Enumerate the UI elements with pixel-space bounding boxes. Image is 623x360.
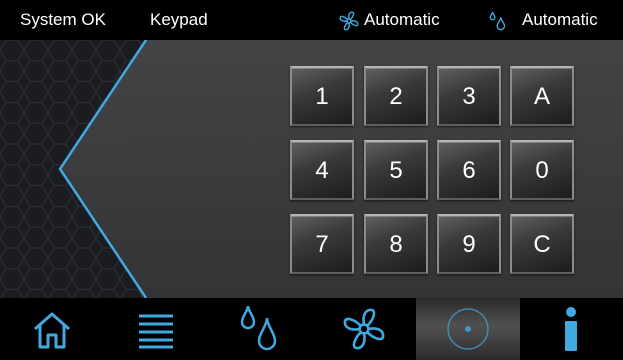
key-c[interactable]: C bbox=[510, 214, 574, 274]
nav-humidity-button[interactable] bbox=[208, 298, 312, 360]
fan-icon bbox=[343, 308, 385, 350]
nav-fan-button[interactable] bbox=[312, 298, 416, 360]
key-9[interactable]: 9 bbox=[437, 214, 501, 274]
page-title: Keypad bbox=[150, 10, 208, 29]
water-drops-icon bbox=[489, 11, 506, 31]
nav-home-button[interactable] bbox=[0, 298, 104, 360]
key-7[interactable]: 7 bbox=[290, 214, 354, 274]
key-6[interactable]: 6 bbox=[437, 140, 501, 200]
key-a[interactable]: A bbox=[510, 66, 574, 126]
key-1[interactable]: 1 bbox=[290, 66, 354, 126]
key-5[interactable]: 5 bbox=[364, 140, 428, 200]
key-4[interactable]: 4 bbox=[290, 140, 354, 200]
keypad-screen: System OK Keypad Automatic Automatic 1 2… bbox=[0, 0, 623, 360]
main-area: 1 2 3 A 4 5 6 0 7 8 9 C bbox=[0, 40, 623, 298]
keypad: 1 2 3 A 4 5 6 0 7 8 9 C bbox=[290, 66, 580, 282]
nav-menu-button[interactable] bbox=[104, 298, 208, 360]
key-0[interactable]: 0 bbox=[510, 140, 574, 200]
dial-icon bbox=[447, 308, 489, 350]
nav-dial-button[interactable] bbox=[416, 298, 520, 360]
fan-icon bbox=[339, 11, 359, 31]
water-drops-icon bbox=[240, 305, 277, 351]
menu-icon bbox=[139, 314, 173, 349]
status-bar: System OK Keypad Automatic Automatic bbox=[0, 0, 623, 40]
hex-panel-decoration bbox=[0, 40, 148, 298]
info-icon bbox=[565, 307, 577, 351]
humidity-mode: Automatic bbox=[522, 10, 598, 29]
nav-info-button[interactable] bbox=[519, 298, 623, 360]
home-icon bbox=[34, 312, 70, 349]
system-status: System OK bbox=[20, 10, 106, 29]
key-3[interactable]: 3 bbox=[437, 66, 501, 126]
key-8[interactable]: 8 bbox=[364, 214, 428, 274]
key-2[interactable]: 2 bbox=[364, 66, 428, 126]
fan-mode: Automatic bbox=[364, 10, 440, 29]
bottom-nav bbox=[0, 298, 623, 360]
